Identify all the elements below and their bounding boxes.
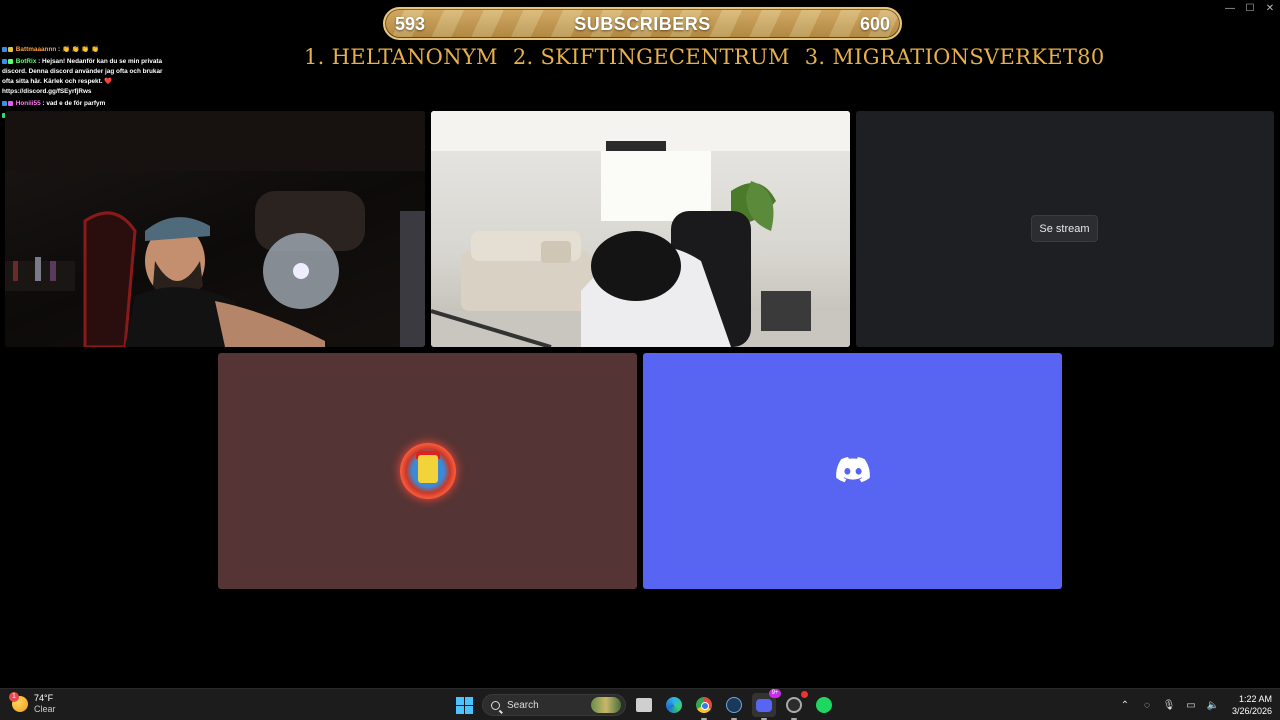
notification-dot-icon — [801, 691, 808, 698]
chat-text: : 👏 👏 👏 👏 — [58, 46, 100, 53]
file-explorer-button[interactable] — [632, 693, 656, 717]
app-icon — [786, 697, 802, 713]
badge-icon — [2, 46, 7, 52]
taskbar: 1 74°F Clear Search 9+ ⌃ ◌ � — [0, 688, 1280, 720]
avatar — [400, 443, 456, 499]
chat-message: Battmaaannn : 👏 👏 👏 👏 — [2, 45, 170, 55]
search-highlight-icon — [591, 697, 621, 713]
file-explorer-icon — [636, 698, 652, 712]
discord-taskbar-icon — [756, 698, 772, 712]
chat-message: BotRix : Hejsan! Nedanför kan du se min … — [2, 57, 170, 97]
webcam-tile-room[interactable] — [431, 111, 850, 347]
weather-moon-icon: 1 — [9, 692, 28, 712]
chat-text: : vad e de för parfym — [42, 100, 106, 107]
microphone-icon[interactable]: 🎙 — [1162, 700, 1176, 711]
badge-icon — [8, 100, 13, 106]
room-scene — [431, 111, 850, 347]
hidden-icon[interactable]: ◌ — [1140, 700, 1154, 711]
chevron-up-icon[interactable]: ⌃ — [1118, 700, 1132, 711]
taskbar-apps: Search 9+ — [452, 689, 836, 720]
chat-username: Honiii55 — [15, 100, 41, 107]
edge-button[interactable] — [662, 693, 686, 717]
subscriber-goal-bar: 593 SUBSCRIBERS 600 — [383, 7, 902, 40]
search-icon — [491, 700, 500, 710]
participant-tile-avatar[interactable] — [218, 353, 637, 589]
system-tray: ⌃ ◌ 🎙 ▭ 🔈 1:22 AM 3/26/2026 — [1118, 693, 1272, 717]
chat-username: BotRix — [15, 58, 37, 65]
maximize-button[interactable]: ☐ — [1240, 0, 1260, 16]
chrome-button[interactable] — [692, 693, 716, 720]
clock-time: 1:22 AM — [1238, 694, 1272, 704]
window-controls: — ☐ ✕ — [1220, 0, 1280, 16]
chat-username: Battmaaannn — [15, 46, 57, 53]
weather-temp: 74°F — [34, 693, 54, 703]
subscriber-goal: 600 — [859, 14, 890, 34]
discord-icon — [836, 457, 870, 483]
stream-placeholder-tile: Se stream — [856, 111, 1274, 347]
steam-button[interactable] — [722, 693, 746, 720]
badge-icon — [2, 58, 7, 64]
volume-icon[interactable]: 🔈 — [1206, 700, 1220, 711]
top-supporters-list: 1. HELTANONYM 2. SKIFTINGECENTRUM 3. MIG… — [300, 45, 1104, 69]
taskbar-search[interactable]: Search — [482, 694, 626, 716]
badge-icon — [2, 100, 7, 106]
top-list-item: 2. SKIFTINGECENTRUM — [512, 45, 790, 69]
search-label: Search — [507, 699, 539, 711]
top-list-item: 3. MIGRATIONSVERKET80 — [804, 45, 1105, 69]
participant-tile-discord[interactable] — [643, 353, 1062, 589]
spotify-button[interactable] — [812, 693, 836, 717]
clock[interactable]: 1:22 AM 3/26/2026 — [1232, 693, 1272, 717]
weather-condition: Clear — [34, 704, 56, 714]
weather-widget[interactable]: 1 74°F Clear — [9, 692, 56, 715]
chat-message: Honiii55 : vad e de för parfym — [2, 99, 170, 109]
spotify-icon — [816, 697, 832, 713]
edge-icon — [666, 697, 682, 713]
weather-badge: 1 — [9, 692, 19, 702]
webcam-scene — [5, 111, 425, 347]
chrome-icon — [696, 697, 712, 713]
subscriber-label: SUBSCRIBERS — [574, 14, 711, 34]
avatar-figure — [418, 455, 438, 483]
watch-stream-button[interactable]: Se stream — [1031, 215, 1098, 242]
app-button[interactable] — [782, 691, 808, 720]
webcam-tile-streamer[interactable] — [5, 111, 425, 347]
clock-date: 3/26/2026 — [1231, 706, 1272, 716]
close-button[interactable]: ✕ — [1260, 0, 1280, 16]
steam-icon — [726, 697, 742, 713]
badge-icon — [8, 46, 13, 52]
discord-button[interactable]: 9+ — [752, 689, 781, 720]
windows-icon — [455, 696, 473, 714]
start-button[interactable] — [452, 693, 476, 717]
top-list-item: 1. HELTANONYM — [304, 45, 498, 69]
discord-notification-badge: 9+ — [769, 689, 781, 698]
network-icon[interactable]: ▭ — [1184, 700, 1198, 711]
minimize-button[interactable]: — — [1220, 0, 1240, 16]
badge-icon — [8, 58, 13, 64]
